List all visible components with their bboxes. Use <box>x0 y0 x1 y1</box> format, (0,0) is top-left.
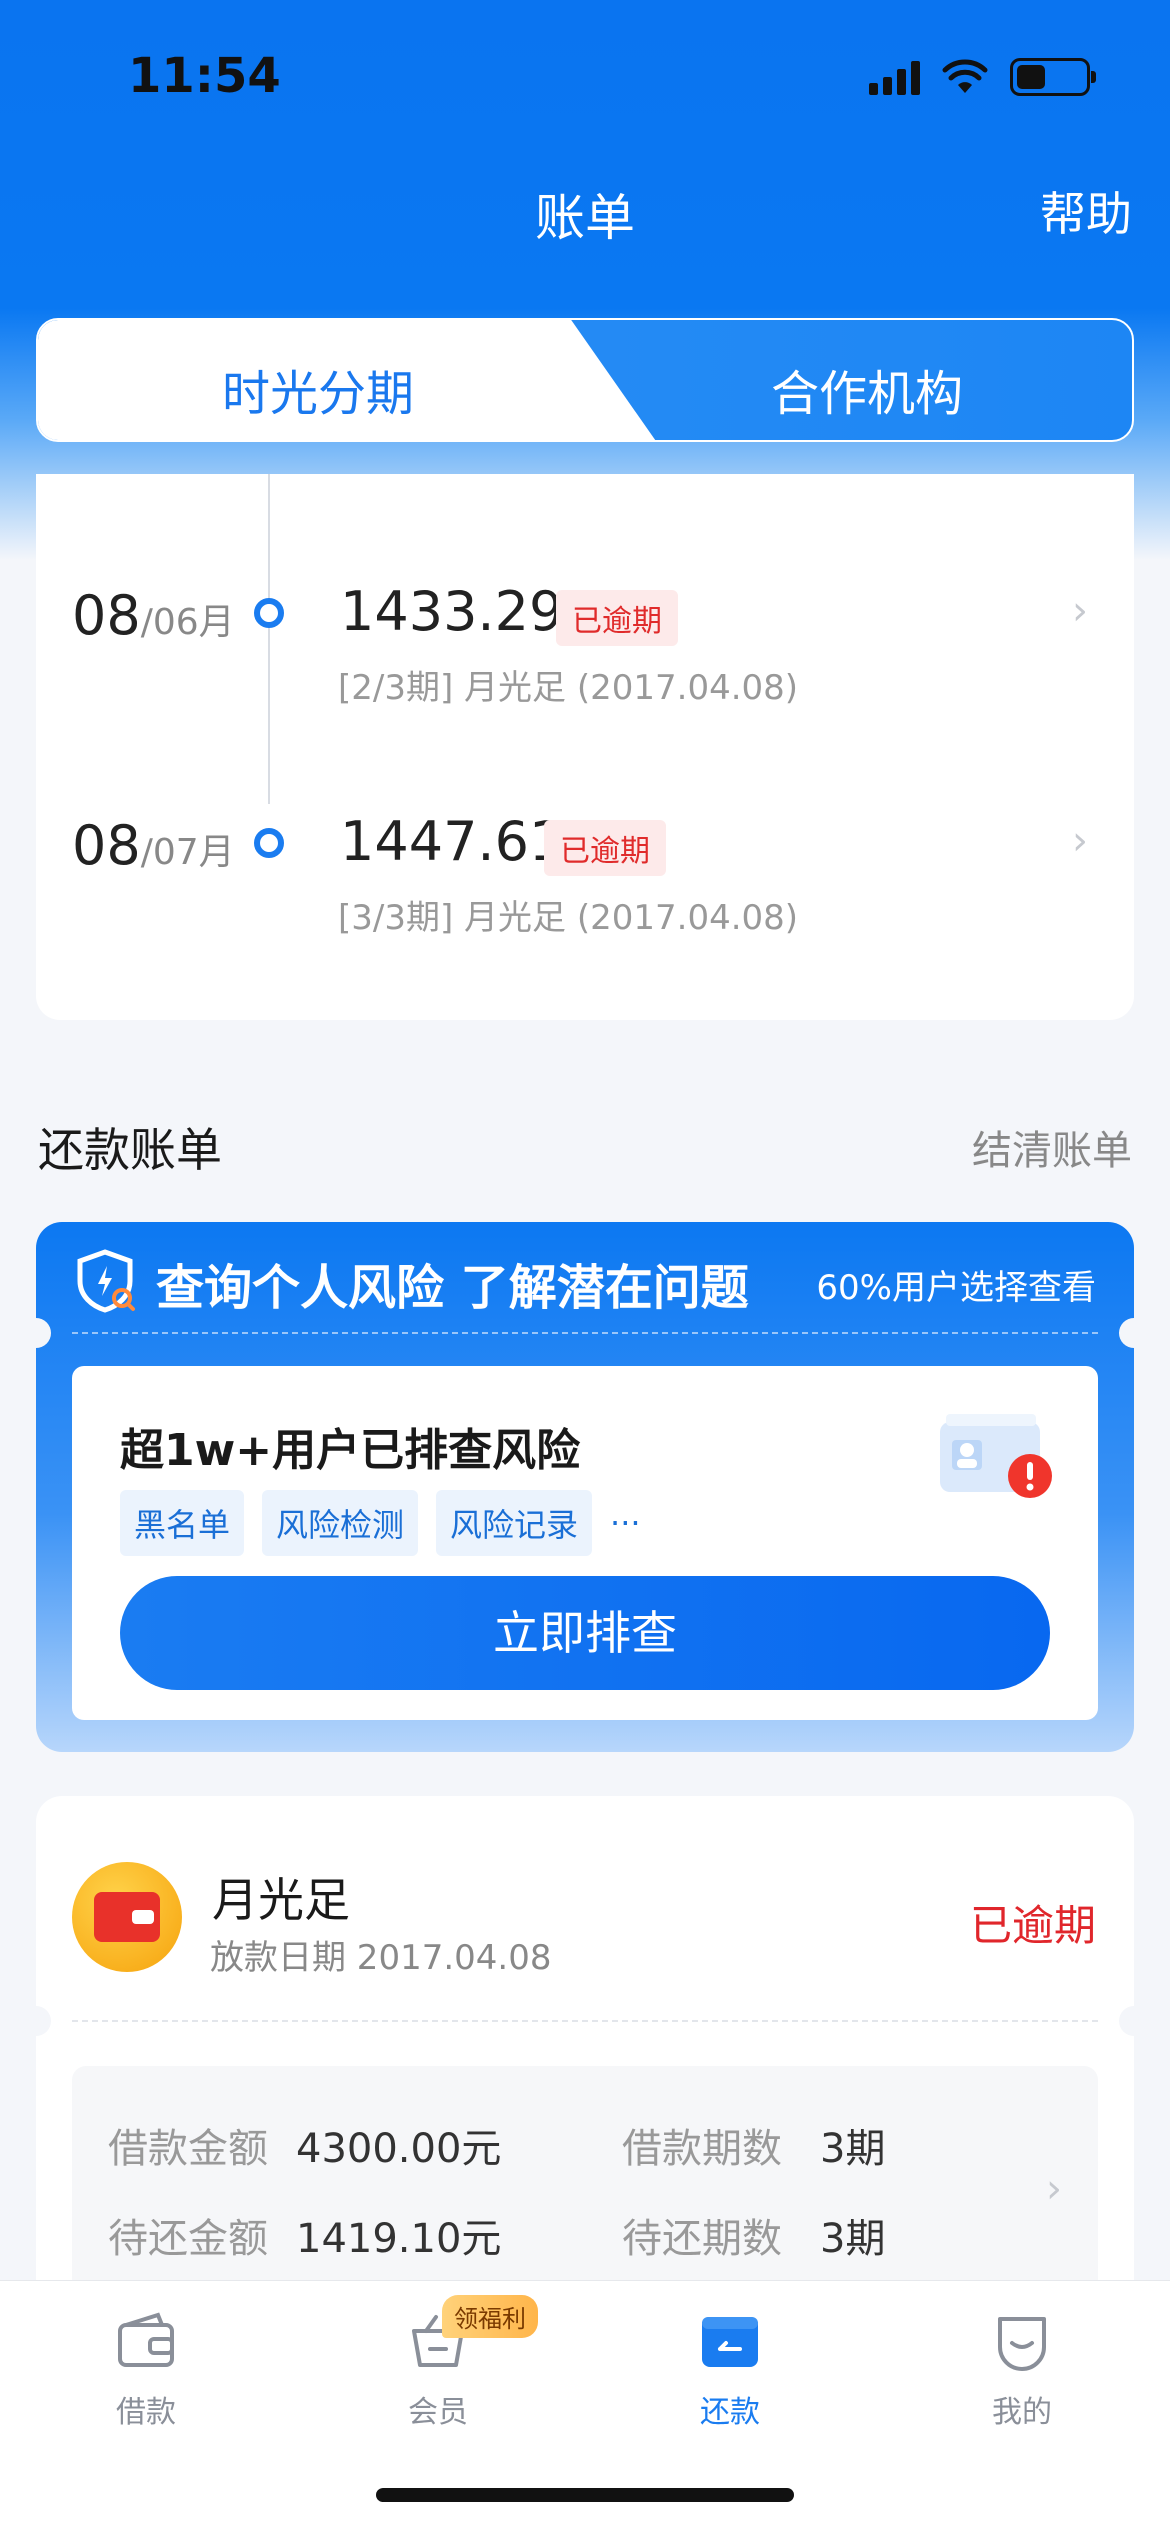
chevron-right-icon: › <box>1046 2166 1062 2212</box>
row-subtitle: [2/3期] 月光足 (2017.04.08) <box>338 668 799 708</box>
section-title: 还款账单 <box>38 1123 222 1177</box>
tab-label: 还款 <box>700 2395 760 2430</box>
row-date: 08/06月 <box>72 584 235 647</box>
tab-huiyuan[interactable]: 领福利 会员 <box>292 2295 584 2431</box>
wallet-icon <box>118 2312 174 2367</box>
due-amount-value: 1419.10元 <box>296 2216 502 2262</box>
chevron-right-icon: › <box>1072 588 1088 634</box>
tab-label: 会员 <box>408 2395 468 2430</box>
tab-shiguang-fenqi[interactable]: 时光分期 <box>38 354 598 424</box>
loan-amount-value: 4300.00元 <box>296 2126 502 2172</box>
tab-huankuan[interactable]: 还款 <box>584 2309 876 2431</box>
card-notch <box>36 2006 51 2036</box>
help-button[interactable]: 帮助 <box>1040 178 1132 244</box>
loan-status: 已逾期 <box>969 1901 1096 1950</box>
member-basket-icon: 领福利 <box>406 2295 538 2373</box>
more-ellipsis: ··· <box>610 1504 641 1542</box>
tab-hezuo-jigou[interactable]: 合作机构 <box>598 354 1132 424</box>
wifi-icon <box>942 59 988 93</box>
risk-inner-title: 超1w+用户已排查风险 <box>120 1425 581 1476</box>
check-now-button[interactable]: 立即排查 <box>120 1576 1050 1690</box>
loan-product-name: 月光足 <box>212 1873 350 1927</box>
risk-tag: 风险检测 <box>262 1490 419 1556</box>
row-subtitle: [3/3期] 月光足 (2017.04.08) <box>338 898 799 938</box>
shield-search-icon <box>77 1249 135 1313</box>
tab-label: 我的 <box>992 2395 1052 2430</box>
card-notch <box>1119 1318 1149 1348</box>
risk-promo-card: 查询个人风险 了解潜在问题 60%用户选择查看 超1w+用户已排查风险 黑名单 … <box>21 1222 1149 1752</box>
due-periods-label: 待还期数 <box>622 2216 782 2262</box>
repay-icon <box>702 2317 758 2367</box>
row-amount: 1433.29 <box>340 580 564 643</box>
tab-jiekuan[interactable]: 借款 <box>0 2309 292 2431</box>
dashed-divider <box>72 1332 1098 1334</box>
signal-icon <box>869 59 920 95</box>
due-amount-label: 待还金额 <box>108 2216 268 2262</box>
due-periods-value: 3期 <box>820 2216 886 2262</box>
row-amount: 1447.61 <box>340 810 564 873</box>
loan-card[interactable]: 月光足 放款日期 2017.04.08 已逾期 借款金额 4300.00元 借款… <box>36 1796 1134 2316</box>
home-indicator[interactable] <box>376 2488 794 2502</box>
status-time: 11:54 <box>128 48 281 104</box>
overdue-badge: 已逾期 <box>556 590 678 646</box>
loan-detail-panel[interactable]: 借款金额 4300.00元 借款期数 3期 待还金额 1419.10元 待还期数… <box>72 2066 1098 2306</box>
installment-timeline: 08/06月 1433.29 已逾期 [2/3期] 月光足 (2017.04.0… <box>36 474 1134 1020</box>
risk-percent: 60%用户选择查看 <box>816 1268 1096 1308</box>
tab-wode[interactable]: 我的 <box>876 2309 1168 2431</box>
risk-tag: 风险记录 <box>436 1490 593 1556</box>
timeline-dot-icon <box>254 828 284 858</box>
status-bar: 11:54 <box>0 0 1170 150</box>
dashed-divider <box>72 2020 1098 2022</box>
timeline-row[interactable]: 08/06月 1433.29 已逾期 [2/3期] 月光足 (2017.04.0… <box>36 474 1134 708</box>
row-date: 08/07月 <box>72 814 235 877</box>
id-card-alert-icon <box>940 1414 1052 1498</box>
loan-periods-label: 借款期数 <box>622 2126 782 2172</box>
risk-inner-panel: 超1w+用户已排查风险 黑名单 风险检测 风险记录 ··· 立即排查 <box>72 1366 1098 1720</box>
tab-label: 借款 <box>116 2395 176 2430</box>
loan-date: 放款日期 2017.04.08 <box>210 1938 552 1978</box>
settled-bills-link[interactable]: 结清账单 <box>972 1118 1132 1176</box>
loan-amount-label: 借款金额 <box>108 2126 268 2172</box>
risk-tags: 黑名单 风险检测 风险记录 ··· <box>120 1490 641 1556</box>
battery-icon <box>1010 58 1096 96</box>
timeline-row[interactable]: 08/07月 1447.61 已逾期 [3/3期] 月光足 (2017.04.0… <box>36 704 1134 938</box>
segmented-control: 时光分期 合作机构 <box>36 318 1134 442</box>
overdue-badge: 已逾期 <box>544 820 666 876</box>
product-logo <box>72 1862 182 1972</box>
loan-periods-value: 3期 <box>820 2126 886 2172</box>
card-notch <box>21 1318 51 1348</box>
smile-face-icon <box>998 2317 1046 2371</box>
risk-tag: 黑名单 <box>120 1490 245 1556</box>
timeline-dot-icon <box>254 598 284 628</box>
welfare-badge: 领福利 <box>442 2295 538 2338</box>
chevron-right-icon: › <box>1072 818 1088 864</box>
page-title: 账单 <box>535 189 635 247</box>
card-notch <box>1119 2006 1134 2036</box>
risk-title: 查询个人风险 了解潜在问题 <box>156 1260 749 1316</box>
status-icons <box>869 58 1096 96</box>
